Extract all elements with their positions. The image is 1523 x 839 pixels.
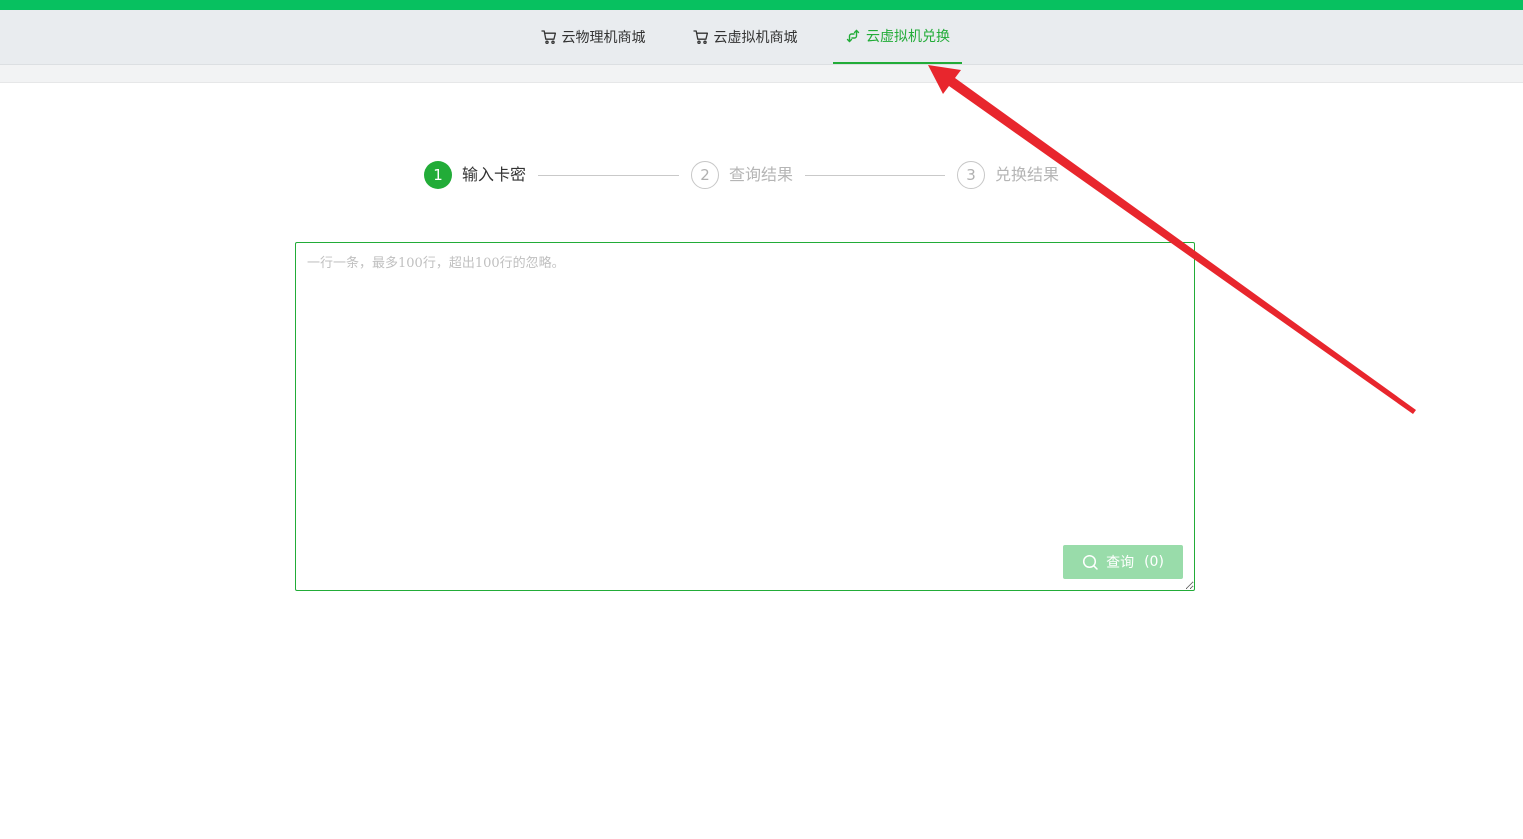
step-2-circle: 2	[691, 161, 719, 189]
query-button[interactable]: 查询 (0)	[1063, 545, 1183, 579]
tab-virtual-machine-store[interactable]: 云虚拟机商城	[688, 10, 802, 64]
tab-label: 云物理机商城	[561, 30, 646, 46]
step-connector	[805, 175, 945, 176]
nav-underbar	[0, 65, 1523, 83]
exchange-icon	[845, 28, 861, 44]
step-1-label: 输入卡密	[462, 165, 527, 184]
tab-label: 云虚拟机兑换	[866, 29, 950, 45]
step-3-circle: 3	[957, 161, 985, 189]
top-nav: 云物理机商城 云虚拟机商城 云虚拟机兑换	[0, 10, 1523, 65]
cart-icon	[692, 29, 709, 45]
step-3-label: 兑换结果	[995, 165, 1060, 184]
step-connector	[538, 175, 679, 176]
step-1-circle: 1	[424, 161, 452, 189]
query-count: (0)	[1144, 554, 1164, 570]
tab-physical-machine-store[interactable]: 云物理机商城	[536, 10, 650, 64]
progress-steps: 1 输入卡密 2 查询结果 3 兑换结果	[0, 160, 1523, 192]
tab-label: 云虚拟机商城	[713, 30, 798, 46]
step-2-label: 查询结果	[729, 165, 794, 184]
page: 云物理机商城 云虚拟机商城 云虚拟机兑换 1 输入卡密 2 查询结果 3 兑换结…	[0, 0, 1523, 839]
search-icon	[1082, 554, 1099, 571]
tab-virtual-machine-exchange[interactable]: 云虚拟机兑换	[833, 10, 962, 64]
cart-icon	[540, 29, 557, 45]
card-code-input[interactable]	[295, 242, 1195, 591]
query-button-label: 查询	[1106, 555, 1135, 571]
brand-bar	[0, 0, 1523, 10]
